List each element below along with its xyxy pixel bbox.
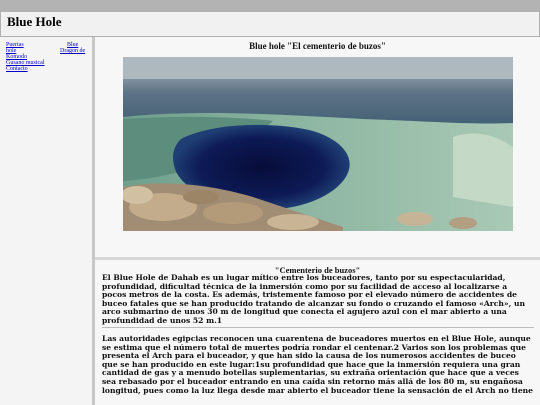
site-header: Blue Hole [0,12,540,37]
main-content: Blue hole "El cementerio de buzos" "Ceme… [95,37,540,405]
browser-top-bar [0,0,540,12]
site-title: Blue Hole [7,14,62,29]
article-paragraph-2: Las autoridades egipcias reconocen una c… [102,334,534,395]
blue-hole-photo [123,57,513,231]
section-divider [95,257,540,260]
paragraph-divider [102,327,534,328]
article-headline: Blue hole "El cementerio de buzos" [249,41,386,51]
sidebar: Puertas hole Komodo Gusano musical Conta… [0,37,95,405]
article-paragraph-1: El Blue Hole de Dahab es un lugar mítico… [102,273,525,325]
nav-link-dragon-de[interactable]: Dragon de [60,48,85,55]
nav-link-contacto[interactable]: Contacto [6,66,28,73]
